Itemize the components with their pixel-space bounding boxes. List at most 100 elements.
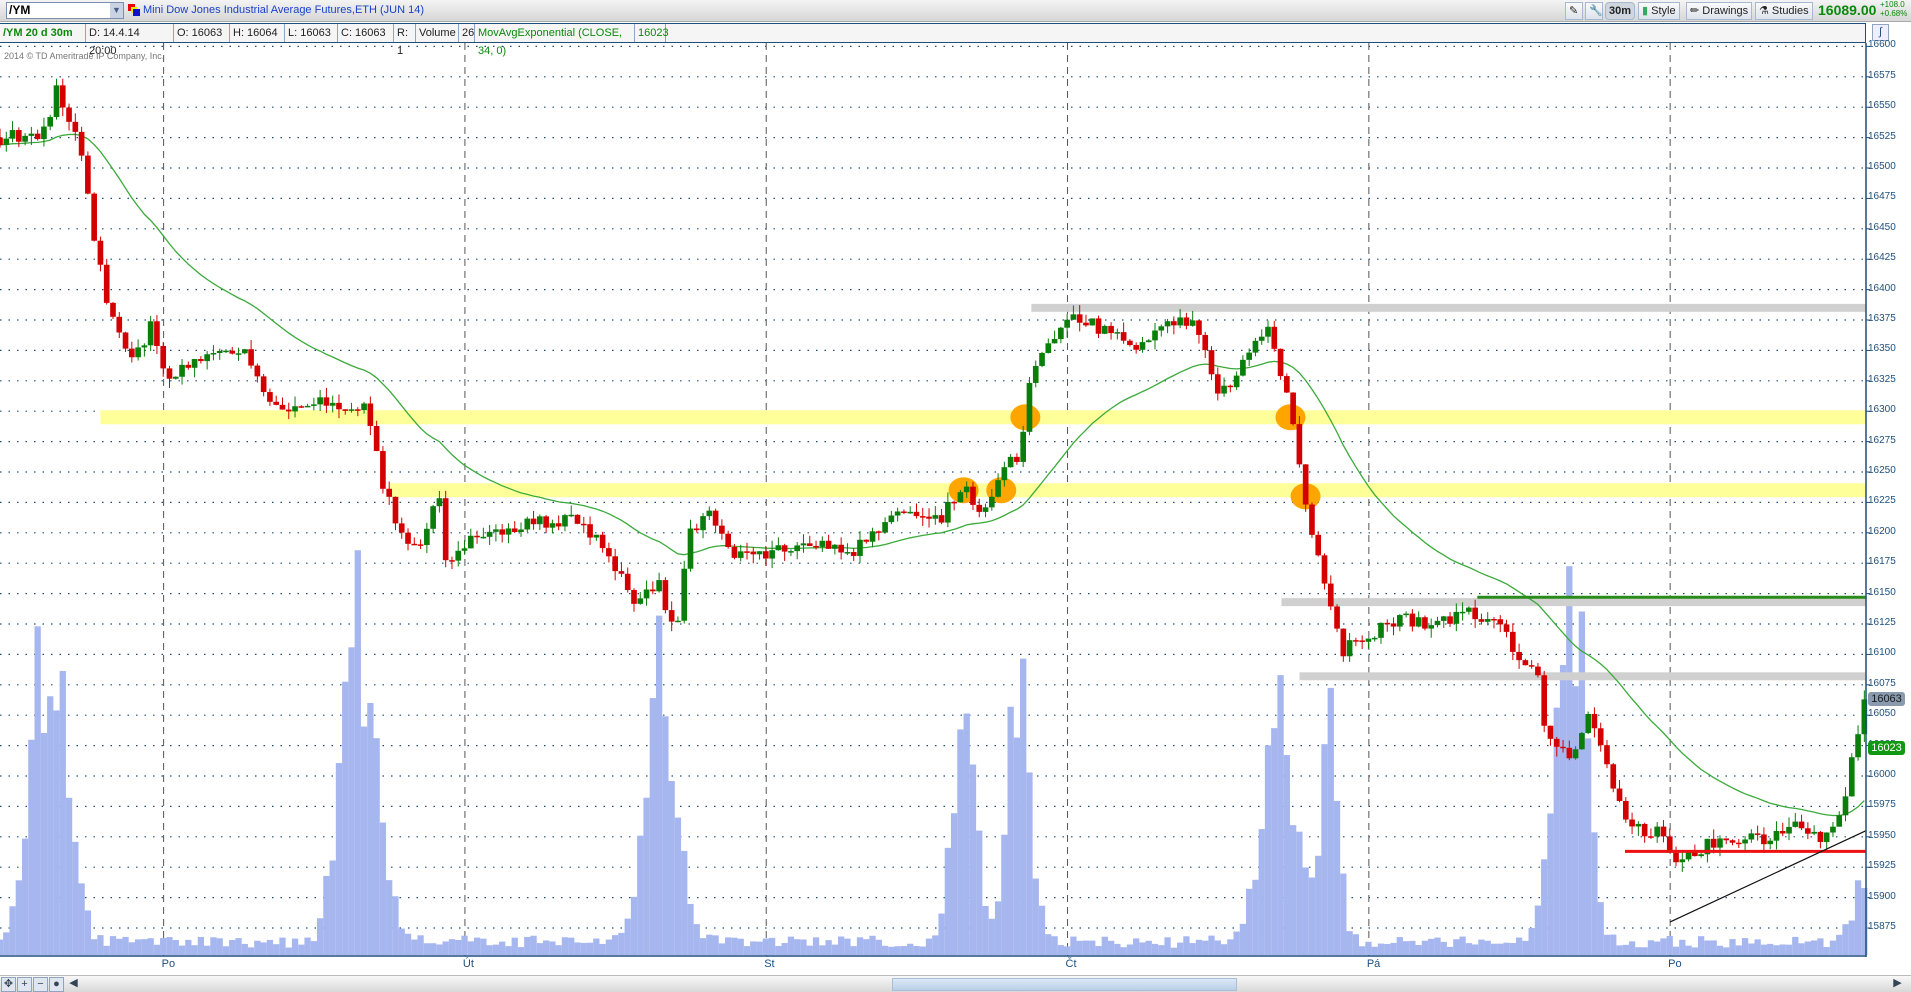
volume-bar [1409,940,1416,955]
volume-bar [530,935,537,955]
candle-body [1641,823,1648,837]
candle-body [555,523,562,527]
zoom-out-icon[interactable]: − [33,977,48,992]
candle-body [1189,320,1196,326]
volume-bar [1126,944,1134,955]
volume-bar [40,732,48,955]
volume-bar [191,945,198,955]
volume-bar [825,940,832,955]
candle-body [311,404,317,406]
candle-body [850,552,857,556]
candle-body [66,107,72,122]
candle-body [712,510,719,526]
candle-body [1290,392,1296,425]
volume-bar [103,945,110,955]
candle-body [449,560,455,562]
candle-body [1152,330,1158,341]
candle-body [1101,325,1108,334]
volume-bar [210,937,217,955]
volume-bar [894,946,901,955]
candle-body [1108,325,1114,334]
candle-body [1541,675,1548,726]
candle-body [844,552,851,554]
zoom-in-icon[interactable]: + [17,977,32,992]
volume-bar [1848,920,1855,955]
reset-zoom-icon[interactable]: ● [49,977,64,992]
candle-body [1246,352,1252,360]
volume-bar [1252,879,1259,955]
candle-body [1415,617,1422,627]
volume-bar [1704,940,1711,955]
candle-body [1805,828,1811,834]
candle-body [1836,815,1843,827]
volume-bar [1585,738,1592,955]
volume-bar [1296,831,1303,955]
candle-body [317,397,323,405]
volume-bar [417,935,424,955]
candle-body [606,548,612,557]
volume-bar [900,946,908,955]
volume-bar [1591,832,1598,955]
volume-bar [630,896,638,955]
candle-body [135,347,141,358]
price-tick-label: 16150 [1868,586,1896,598]
candle-body [273,401,280,405]
volume-bar [1164,937,1171,955]
volume-bar [354,550,361,955]
volume-bar [3,932,10,955]
candle-body [1710,838,1717,848]
candle-body [995,480,1001,497]
candle-body [411,543,418,546]
candle-body [957,492,964,503]
pan-icon[interactable]: ✥ [1,977,16,992]
volume-bar [1597,902,1604,955]
candle-body [1384,622,1391,625]
volume-bar [505,946,512,955]
candle-body [430,506,436,529]
volume-bar [856,937,864,955]
volume-bar [1572,686,1579,955]
price-tick-label: 16125 [1868,617,1896,628]
volume-bar [153,944,161,955]
candle-body [681,568,688,621]
volume-bar [750,941,757,955]
horizontal-scrollbar-thumb[interactable] [892,978,1237,991]
candle-body [1522,660,1529,666]
candle-body [380,451,386,489]
volume-bar [1183,936,1190,955]
candle-body [919,516,926,518]
candle-body [1353,640,1359,642]
candle-body [568,514,575,517]
candle-body [511,528,518,533]
time-axis[interactable]: Po Út St Čt Pá Po [0,957,1866,975]
candle-body [719,525,725,534]
volume-bar [1038,905,1046,955]
volume-bar [907,943,914,955]
price-chart[interactable] [0,0,1911,992]
candle-body [467,535,474,549]
price-tick-label: 16225 [1868,495,1896,507]
candle-body [267,392,273,402]
candle-body [1177,317,1183,326]
scroll-right-icon[interactable]: ▶ [1890,977,1905,992]
volume-bar [1842,924,1849,955]
volume-bar [756,941,763,955]
candle-body [1058,327,1064,339]
candle-body [1440,616,1447,621]
candle-body [693,528,700,531]
volume-bar [1189,943,1196,955]
volume-bar [429,943,437,955]
candle-body [455,550,462,561]
volume-bar [323,875,330,955]
volume-bar [1045,934,1052,955]
volume-bar [128,942,135,955]
volume-bar [499,941,506,955]
volume-bar [668,781,675,955]
volume-bar [317,918,324,955]
day-label: St [764,958,775,970]
candle-body [1403,613,1409,616]
scroll-left-icon[interactable]: ◀ [66,977,81,992]
volume-bar [994,901,1002,955]
trendline [1669,830,1867,923]
candle-body [1039,352,1045,366]
